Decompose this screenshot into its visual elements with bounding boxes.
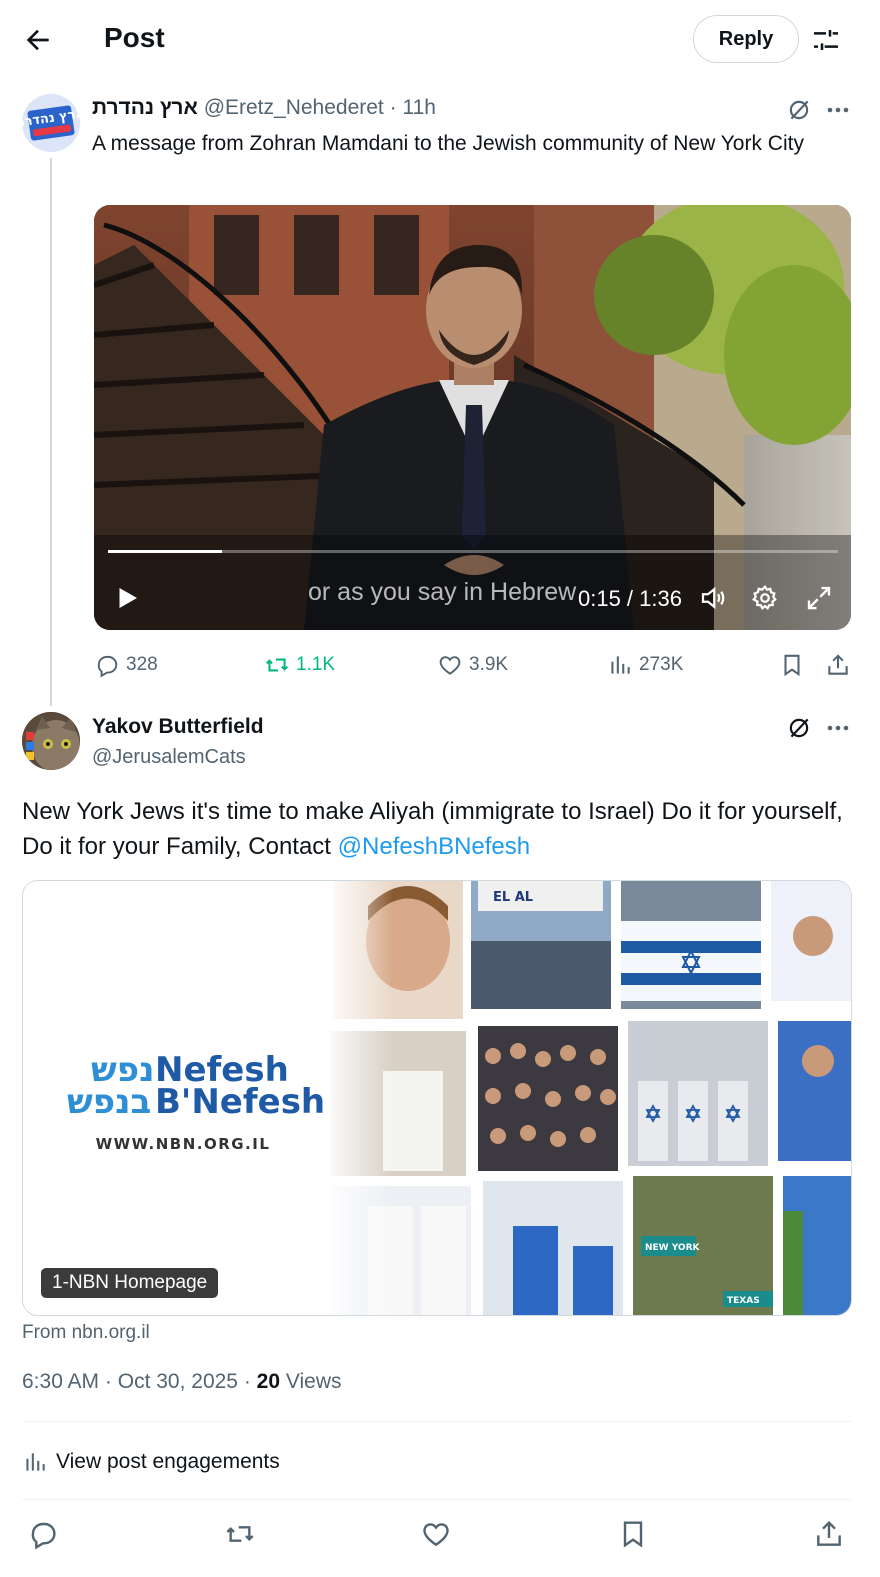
play-icon[interactable] <box>112 583 142 613</box>
video-player[interactable] <box>94 205 851 630</box>
share-icon[interactable] <box>813 1518 845 1550</box>
timestamp[interactable]: 11h <box>402 96 435 119</box>
back-arrow-icon[interactable] <box>22 24 54 56</box>
views-count: 273K <box>639 654 684 675</box>
engagements-label: View post engagements <box>56 1450 280 1473</box>
thread-line <box>50 158 52 706</box>
more-icon[interactable] <box>824 715 852 741</box>
post-meta: 6:30 AM · Oct 30, 2025 · 20 Views <box>22 1370 342 1393</box>
post-header: Post Reply <box>0 0 880 78</box>
volume-icon[interactable] <box>698 583 728 613</box>
photo-sign-text: TEXAS <box>727 1296 760 1306</box>
logo-hebrew-line-2: בנפש <box>67 1082 151 1122</box>
tweet-text: A message from Zohran Mamdani to the Jew… <box>92 132 804 155</box>
reply-button[interactable]: Reply <box>693 15 799 63</box>
filter-sliders-icon[interactable] <box>810 24 842 56</box>
like-count: 3.9K <box>469 654 509 675</box>
page-title: Post <box>104 22 165 53</box>
repost-action[interactable]: 1.1K <box>264 650 335 680</box>
like-icon <box>439 656 461 675</box>
mention-link[interactable]: @NefeshBNefesh <box>338 833 530 860</box>
display-name[interactable]: Yakov Butterfield <box>92 715 264 739</box>
views-label: Views <box>285 1370 342 1393</box>
post-date[interactable]: Oct 30, 2025 <box>118 1370 238 1393</box>
settings-gear-icon[interactable] <box>750 583 780 613</box>
bookmark-icon[interactable] <box>617 1518 649 1550</box>
reply-count: 328 <box>126 654 158 675</box>
video-frame <box>94 205 851 630</box>
grok-icon[interactable] <box>786 715 812 741</box>
repost-count: 1.1K <box>296 654 336 675</box>
card-source[interactable]: From nbn.org.il <box>22 1322 150 1344</box>
views-icon <box>26 1453 45 1471</box>
views-icon <box>611 656 630 674</box>
like-action[interactable]: 3.9K <box>437 650 508 680</box>
avatar[interactable] <box>22 712 80 770</box>
handle[interactable]: @JerusalemCats <box>92 746 246 769</box>
like-icon[interactable] <box>420 1518 452 1550</box>
reply-icon <box>97 655 118 678</box>
share-action[interactable] <box>825 650 851 680</box>
separator: · <box>389 96 397 119</box>
repost-icon[interactable] <box>224 1518 256 1550</box>
handle[interactable]: @Eretz_Nehederet <box>204 96 384 119</box>
video-progress-bar[interactable] <box>108 550 838 553</box>
display-name[interactable]: ארץ נהדרת <box>92 96 198 119</box>
reply-icon[interactable] <box>27 1518 59 1550</box>
views-action[interactable]: 273K <box>607 650 683 680</box>
video-progress-fill <box>108 550 222 553</box>
logo-english-line-2: B'Nefesh <box>155 1082 325 1122</box>
reply-action[interactable]: 328 <box>94 650 158 680</box>
share-icon <box>828 654 848 675</box>
link-card[interactable]: EL AL NEW YORK TEXAS נפש בנפש Nefesh B'N… <box>22 880 852 1316</box>
divider <box>22 1421 852 1422</box>
video-caption: or as you say in Hebrew <box>308 578 577 606</box>
divider <box>22 1499 852 1500</box>
bookmark-icon <box>784 654 800 677</box>
view-engagements-link[interactable]: View post engagements <box>22 1447 280 1477</box>
plane-logo-text: EL AL <box>493 890 533 905</box>
more-icon[interactable] <box>824 97 852 123</box>
photo-sign-text: NEW YORK <box>645 1243 701 1253</box>
grok-icon[interactable] <box>786 97 812 123</box>
views-number: 20 <box>256 1370 281 1393</box>
video-time: 0:15 / 1:36 <box>578 586 682 611</box>
repost-icon <box>265 658 289 672</box>
card-title-badge: 1-NBN Homepage <box>41 1268 219 1298</box>
card-image: EL AL NEW YORK TEXAS נפש בנפש Nefesh B'N… <box>23 881 851 1315</box>
tweet-header: ארץ נהדרת @Eretz_Nehederet · 11h <box>92 96 436 120</box>
tweet-text: New York Jews it's time to make Aliyah (… <box>22 794 862 864</box>
avatar[interactable]: ארץ נהדרת <box>22 94 80 152</box>
post-time[interactable]: 6:30 AM <box>22 1370 99 1393</box>
fullscreen-icon[interactable] <box>804 583 834 613</box>
bookmark-action[interactable] <box>779 650 805 680</box>
card-url-text: WWW.NBN.ORG.IL <box>96 1135 271 1153</box>
